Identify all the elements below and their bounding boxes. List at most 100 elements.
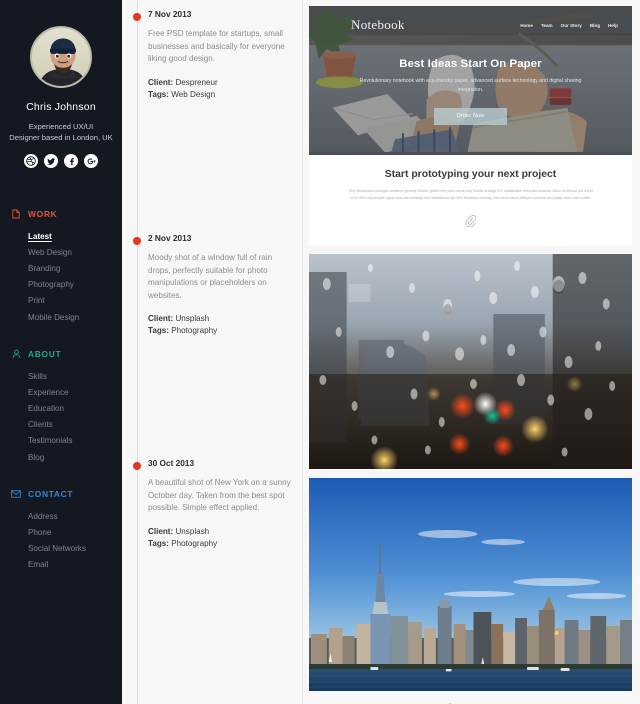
paperclip-icon [339, 214, 602, 229]
sidebar-item-phone[interactable]: Phone [28, 524, 122, 540]
work-card-notebook[interactable]: Notebook Home Team Our Story Blog Help B… [309, 6, 632, 246]
timeline-column: 7 Nov 2013 Free PSD template for startup… [122, 0, 303, 704]
hero-content: Best Ideas Start On Paper Revolutionary … [309, 58, 632, 125]
timeline-dot-icon [133, 237, 141, 245]
sidebar: Chris Johnson Experienced UX/UI Designer… [0, 0, 122, 704]
profile-name: Chris Johnson [26, 101, 96, 113]
timeline-date: 30 Oct 2013 [148, 458, 195, 468]
nav-group-contact: CONTACT Address Phone Social Networks Em… [0, 485, 122, 573]
sidebar-section-contact[interactable]: CONTACT [0, 485, 122, 502]
section-paragraph: Terry Richardson cardigan whatever gentr… [347, 189, 594, 200]
timeline-client: Unsplash [175, 526, 210, 536]
googleplus-icon[interactable] [84, 154, 98, 168]
twitter-icon[interactable] [44, 154, 58, 168]
timeline-tags: Photography [171, 538, 218, 548]
timeline-tags-label: Tags: [148, 538, 169, 548]
sidebar-item-branding[interactable]: Branding [28, 260, 122, 276]
hero-subheadline: Revolutionary notebook with eco-friendly… [359, 78, 582, 93]
sidebar-item-web-design[interactable]: Web Design [28, 244, 122, 260]
timeline-date: 7 Nov 2013 [148, 9, 192, 19]
hero-nav-home[interactable]: Home [520, 23, 533, 28]
sidebar-section-work-label: WORK [28, 208, 58, 219]
sidebar-item-mobile-design[interactable]: Mobile Design [28, 309, 122, 325]
hero-headline: Best Ideas Start On Paper [399, 58, 542, 70]
sidebar-item-address[interactable]: Address [28, 508, 122, 524]
timeline-client: Despreneur [175, 77, 218, 87]
file-icon [11, 208, 21, 219]
timeline-description: Moody shot of a window full of rain drop… [148, 253, 273, 300]
nav-group-about: ABOUT Skills Experience Education Client… [0, 345, 122, 465]
notebook-hero-screenshot: Notebook Home Team Our Story Blog Help B… [309, 6, 632, 155]
facebook-icon[interactable] [64, 154, 78, 168]
section-title: Start prototyping your next project [384, 169, 557, 180]
work-card-newyork[interactable] [309, 477, 632, 691]
timeline-description: A beautiful shot of New York on a sunny … [148, 478, 291, 513]
sidebar-section-work[interactable]: WORK [0, 205, 122, 222]
hero-navbar: Notebook Home Team Our Story Blog Help [309, 15, 632, 35]
nav-spacer-2 [0, 469, 122, 485]
hero-section-below: Start prototyping your next project Terr… [309, 155, 632, 246]
sidebar-section-contact-label: CONTACT [28, 488, 74, 499]
timeline-meta: Client: Unsplash Tags: Photography [148, 526, 291, 550]
timeline-dot-icon [133, 13, 141, 21]
hero-nav-blog[interactable]: Blog [590, 23, 600, 28]
hero-nav-our-story[interactable]: Our Story [561, 23, 582, 28]
hero-logo[interactable]: Notebook [351, 17, 405, 33]
timeline-description: Free PSD template for startups, small bu… [148, 29, 285, 64]
timeline-meta: Client: Despreneur Tags: Web Design [148, 77, 291, 101]
sidebar-item-testimonials[interactable]: Testimonials [28, 433, 122, 449]
content-column: Notebook Home Team Our Story Blog Help B… [303, 0, 640, 704]
nav-sub-contact: Address Phone Social Networks Email [0, 502, 122, 573]
portfolio-page: Chris Johnson Experienced UX/UI Designer… [0, 0, 640, 704]
timeline-client-label: Client: [148, 77, 174, 87]
timeline-tags: Photography [171, 326, 218, 336]
sidebar-item-education[interactable]: Education [28, 401, 122, 417]
timeline-client-label: Client: [148, 526, 174, 536]
dribbble-icon[interactable] [24, 154, 38, 168]
sidebar-item-blog[interactable]: Blog [28, 449, 122, 465]
timeline-tags-label: Tags: [148, 89, 169, 99]
profile-bio-line1: Experienced UX/UI [28, 122, 94, 131]
avatar-photo [32, 28, 90, 86]
sidebar-item-photography[interactable]: Photography [28, 277, 122, 293]
social-links [0, 154, 122, 168]
timeline-entry[interactable]: 7 Nov 2013 Free PSD template for startup… [122, 4, 303, 101]
profile-bio-line2: Designer based in London, UK [9, 133, 113, 142]
timeline-tags: Web Design [171, 89, 216, 99]
timeline-entry[interactable]: 2 Nov 2013 Moody shot of a window full o… [122, 228, 303, 337]
timeline-axis [137, 0, 138, 704]
avatar-wrapper [0, 26, 122, 88]
hero-nav-team[interactable]: Team [541, 23, 553, 28]
nav-sub-about: Skills Experience Education Clients Test… [0, 362, 122, 465]
work-card-rain[interactable] [309, 253, 632, 469]
sidebar-section-about-label: ABOUT [28, 348, 62, 359]
sidebar-nav: WORK Latest Web Design Branding Photogra… [0, 205, 122, 573]
hero-nav-links: Home Team Our Story Blog Help [520, 23, 618, 28]
hero-nav-help[interactable]: Help [608, 23, 618, 28]
sidebar-item-clients[interactable]: Clients [28, 417, 122, 433]
order-now-button[interactable]: Order Now [434, 107, 507, 125]
sidebar-section-about[interactable]: ABOUT [0, 345, 122, 362]
sidebar-item-experience[interactable]: Experience [28, 384, 122, 400]
rain-window-photo [309, 253, 632, 469]
profile-bio: Experienced UX/UI Designer based in Lond… [0, 121, 122, 143]
user-icon [11, 348, 21, 359]
sidebar-item-print[interactable]: Print [28, 293, 122, 309]
nav-group-work: WORK Latest Web Design Branding Photogra… [0, 205, 122, 325]
timeline-client: Unsplash [175, 314, 210, 324]
timeline-entry[interactable]: 30 Oct 2013 A beautiful shot of New York… [122, 453, 303, 550]
timeline-date: 2 Nov 2013 [148, 233, 192, 243]
timeline-client-label: Client: [148, 314, 174, 324]
timeline-dot-icon [133, 462, 141, 470]
timeline-meta: Client: Unsplash Tags: Photography [148, 313, 291, 337]
sidebar-item-social-networks[interactable]: Social Networks [28, 541, 122, 557]
sidebar-item-email[interactable]: Email [28, 557, 122, 573]
timeline-tags-label: Tags: [148, 326, 169, 336]
new-york-skyline-photo [309, 477, 632, 691]
sidebar-item-skills[interactable]: Skills [28, 368, 122, 384]
sidebar-item-latest[interactable]: Latest [28, 228, 122, 244]
loading-indicator: Loading... [309, 691, 632, 704]
envelope-icon [11, 488, 21, 499]
nav-sub-work: Latest Web Design Branding Photography P… [0, 222, 122, 325]
